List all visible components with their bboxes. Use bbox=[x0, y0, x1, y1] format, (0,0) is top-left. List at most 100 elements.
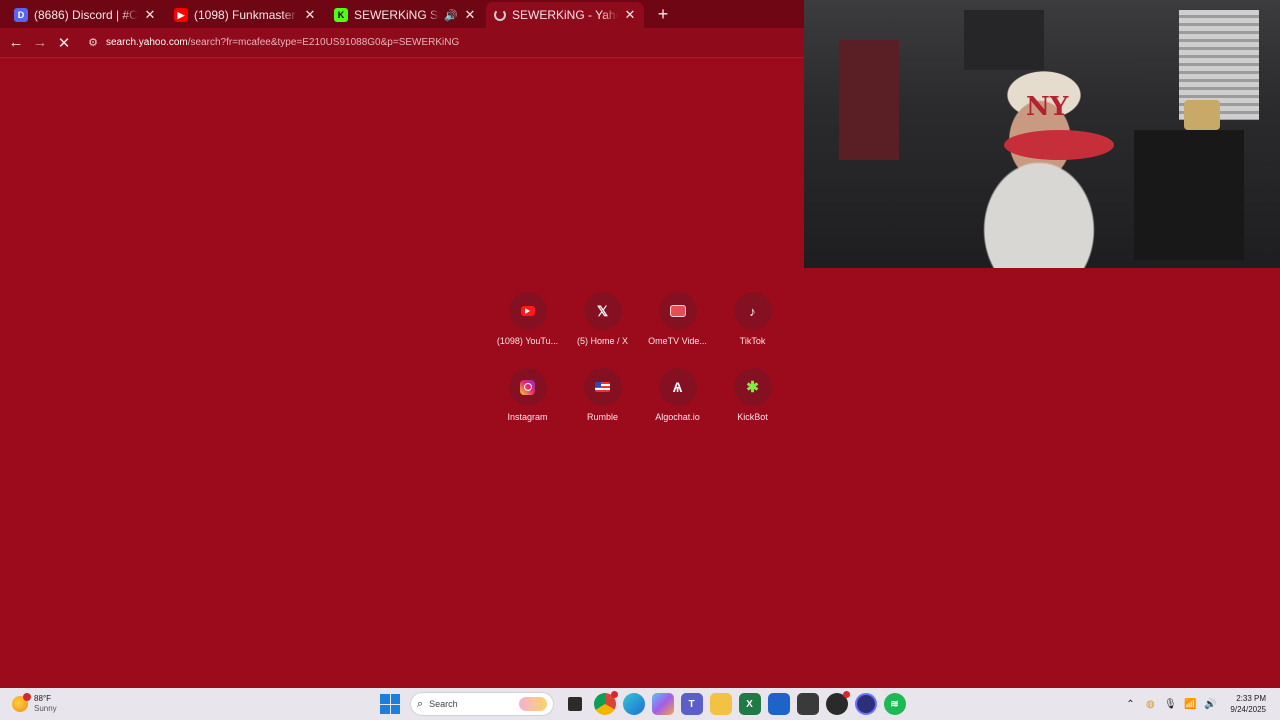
dresser bbox=[1134, 130, 1244, 260]
browser-toolbar: ← → ✕ ⚙ search.yahoo.com/search?fr=mcafe… bbox=[0, 28, 804, 58]
notification-dot bbox=[23, 693, 31, 701]
close-icon[interactable]: ✕ bbox=[142, 7, 158, 23]
shortcut-kickbot[interactable]: ✱ KickBot bbox=[715, 368, 790, 430]
shortcut-label: (5) Home / X bbox=[576, 336, 628, 346]
shortcut-label: Rumble bbox=[586, 412, 618, 422]
excel-icon[interactable]: X bbox=[738, 693, 761, 715]
shortcut-grid: (1098) YouTu... 𝕏 (5) Home / X OmeTV Vid… bbox=[490, 292, 790, 430]
shortcut-tile: ✱ bbox=[733, 368, 772, 406]
arrow-left-icon: ← bbox=[8, 34, 24, 51]
discord-icon: D bbox=[14, 8, 28, 22]
shortcut-label: KickBot bbox=[737, 412, 768, 422]
tab-discord[interactable]: D (8686) Discord | #Clip-Reactions ✕ bbox=[6, 2, 164, 28]
address-bar[interactable]: ⚙ search.yahoo.com/search?fr=mcafee&type… bbox=[84, 31, 804, 55]
shortcut-tiktok[interactable]: ♪ TikTok bbox=[715, 292, 790, 354]
close-icon[interactable]: ✕ bbox=[622, 7, 638, 23]
shortcut-tile bbox=[508, 292, 547, 330]
shortcut-label: Instagram bbox=[507, 412, 548, 422]
shortcut-rumble[interactable]: Rumble bbox=[565, 368, 640, 430]
x-icon: 𝕏 bbox=[596, 302, 609, 319]
close-icon[interactable]: ✕ bbox=[462, 7, 478, 23]
site-info-icon[interactable]: ⚙ bbox=[84, 36, 102, 49]
search-highlight-icon bbox=[519, 697, 547, 711]
app-icon[interactable] bbox=[796, 693, 819, 715]
youtube-icon bbox=[520, 306, 535, 316]
forward-button[interactable]: → bbox=[28, 31, 52, 55]
chrome-icon[interactable] bbox=[593, 691, 618, 715]
shortcut-tile bbox=[508, 368, 547, 406]
windows-start-icon[interactable] bbox=[380, 694, 400, 714]
store-icon[interactable] bbox=[767, 693, 790, 715]
instagram-icon bbox=[520, 379, 535, 395]
spotify-icon[interactable]: ≋ bbox=[883, 693, 906, 715]
clock-date: 9/24/2025 bbox=[1230, 705, 1266, 714]
shortcut-tile bbox=[583, 368, 622, 406]
tab-title: (8686) Discord | #Clip-Reactions bbox=[34, 8, 138, 22]
microphone-icon[interactable]: 🎙 bbox=[1161, 699, 1179, 710]
tab-strip: D (8686) Discord | #Clip-Reactions ✕ ▶ (… bbox=[0, 0, 804, 28]
wall-poster bbox=[964, 10, 1044, 70]
algochat-icon: Ѧ bbox=[672, 379, 683, 395]
shortcut-ometv[interactable]: OmeTV Vide... bbox=[640, 292, 715, 354]
tray-app-icon[interactable]: ◍ bbox=[1141, 699, 1159, 710]
loading-icon bbox=[494, 9, 506, 21]
kick-icon: K bbox=[334, 8, 348, 22]
copilot-icon[interactable] bbox=[651, 693, 674, 715]
shortcut-algochat[interactable]: Ѧ Algochat.io bbox=[640, 368, 715, 430]
shortcut-label: TikTok bbox=[739, 336, 766, 346]
task-view-icon[interactable] bbox=[568, 697, 582, 711]
kickbot-icon: ✱ bbox=[746, 379, 759, 396]
system-tray: ⌃ ◍ 🎙 📶 🔊 2:33 PM 9/24/2025 bbox=[1120, 692, 1266, 716]
weather-condition: Sunny bbox=[34, 704, 57, 713]
chevron-up-icon[interactable]: ⌃ bbox=[1121, 699, 1139, 710]
shortcut-tile bbox=[658, 292, 697, 330]
lamp bbox=[1184, 100, 1220, 130]
shortcut-tile: Ѧ bbox=[658, 368, 697, 406]
teams-icon[interactable]: T bbox=[680, 693, 703, 715]
close-icon: ✕ bbox=[57, 34, 71, 52]
obs-icon[interactable] bbox=[825, 691, 850, 715]
search-icon: ⌕ bbox=[417, 697, 424, 710]
tab-yahoo-search[interactable]: SEWERKiNG - Yahoo Search Re ✕ bbox=[486, 2, 644, 28]
back-button[interactable]: ← bbox=[4, 31, 28, 55]
tab-title: SEWERKiNG - Yahoo Search Re bbox=[512, 8, 618, 22]
volume-icon[interactable]: 🔊 bbox=[1201, 699, 1219, 710]
taskbar-apps: ⌕ Search T X ≋ bbox=[380, 691, 909, 716]
wall-banner bbox=[839, 40, 899, 160]
edge-icon[interactable] bbox=[622, 693, 645, 715]
clock[interactable]: 2:33 PM 9/24/2025 bbox=[1230, 693, 1266, 715]
arrow-right-icon: → bbox=[32, 34, 48, 51]
sun-icon bbox=[12, 693, 31, 712]
tab-kick[interactable]: K SEWERKiNG Stream - Watch 🔊 ✕ bbox=[326, 2, 484, 28]
new-tab-button[interactable]: + bbox=[650, 1, 676, 27]
weather-widget[interactable]: 88°F Sunny bbox=[12, 692, 57, 716]
stop-loading-button[interactable]: ✕ bbox=[52, 31, 76, 55]
youtube-icon: ▶ bbox=[174, 8, 188, 22]
close-icon[interactable]: ✕ bbox=[302, 7, 318, 23]
tab-youtube[interactable]: ▶ (1098) Funkmaster Flex Premier ✕ bbox=[166, 2, 324, 28]
tiktok-icon: ♪ bbox=[749, 303, 756, 319]
ometv-icon bbox=[669, 305, 686, 317]
shortcut-label: (1098) YouTu... bbox=[496, 336, 559, 346]
shortcut-label: OmeTV Vide... bbox=[648, 336, 707, 346]
url-path: /search?fr=mcafee&type=E210US91088G0&p=S… bbox=[187, 37, 460, 48]
cap-logo-icon: NY bbox=[1026, 92, 1069, 122]
shortcut-instagram[interactable]: Instagram bbox=[490, 368, 565, 430]
app-circle-icon[interactable] bbox=[854, 693, 877, 715]
shortcut-label: Algochat.io bbox=[655, 412, 700, 422]
wifi-icon[interactable]: 📶 bbox=[1181, 699, 1199, 710]
clock-time: 2:33 PM bbox=[1236, 694, 1266, 703]
file-explorer-icon[interactable] bbox=[709, 693, 732, 715]
rumble-icon bbox=[595, 382, 610, 392]
speaker-icon[interactable]: 🔊 bbox=[444, 9, 458, 22]
shortcut-tile: ♪ bbox=[733, 292, 772, 330]
tab-title: SEWERKiNG Stream - Watch bbox=[354, 8, 441, 22]
shortcut-x[interactable]: 𝕏 (5) Home / X bbox=[565, 292, 640, 354]
shortcut-youtube[interactable]: (1098) YouTu... bbox=[490, 292, 565, 354]
taskbar: 88°F Sunny ⌕ Search T X ≋ ⌃ ◍ 🎙 📶 🔊 2:33… bbox=[0, 688, 1280, 720]
notification-dot bbox=[842, 691, 850, 698]
notification-dot bbox=[610, 691, 618, 698]
shortcut-tile: 𝕏 bbox=[583, 292, 622, 330]
cap-brim bbox=[1004, 130, 1114, 160]
taskbar-search[interactable]: ⌕ Search bbox=[410, 692, 554, 716]
